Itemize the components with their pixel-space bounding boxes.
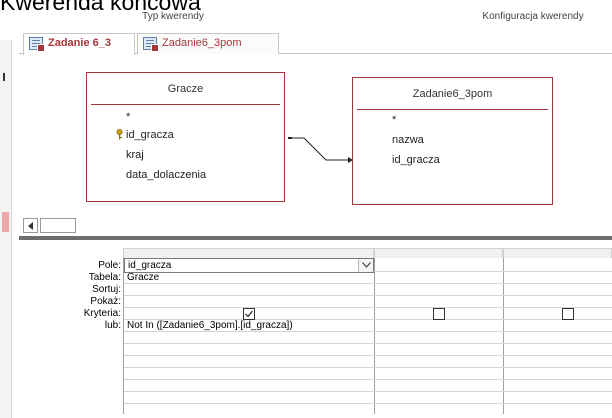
grid-row-divider <box>124 355 612 356</box>
scroll-left-icon[interactable] <box>23 218 38 233</box>
query-design-pane: Gracze * id_gracza kraj data_dolaczenia … <box>19 55 612 217</box>
table-value[interactable]: Gracze <box>127 272 159 284</box>
grid-row-divider <box>124 403 612 404</box>
row-label-or: lub: <box>104 320 121 331</box>
document-tab-strip: Zadanie 6_3 Zadanie6_3pom <box>19 32 612 55</box>
table-title-divider <box>91 104 280 105</box>
join-line[interactable] <box>286 133 356 173</box>
row-label-criteria: Kryteria: <box>83 308 121 319</box>
column-selector[interactable] <box>123 248 374 258</box>
ribbon-group-query-setup: Konfiguracja kwerendy <box>482 11 584 22</box>
navigation-pane-edge[interactable] <box>0 40 12 418</box>
grid-row-divider <box>124 379 612 380</box>
show-checkbox[interactable] <box>243 308 255 320</box>
ribbon-group-query-type: Typ kwerendy <box>142 11 204 22</box>
grid-top-strip <box>19 240 612 248</box>
field-select[interactable]: id_gracza <box>124 258 374 273</box>
field-nazwa[interactable]: nazwa <box>392 134 424 146</box>
field-value: id_gracza <box>128 260 172 271</box>
selection-marker <box>2 212 9 232</box>
field-data-dolaczenia[interactable]: data_dolaczenia <box>126 169 206 181</box>
collapse-marker-icon <box>3 73 5 81</box>
tab-zadanie6-3pom[interactable]: Zadanie6_3pom <box>137 33 279 54</box>
criteria-value[interactable]: Not In ([Zadanie6_3pom].[id_gracza]) <box>127 320 293 332</box>
chevron-down-icon[interactable] <box>358 259 373 272</box>
tab-label: Zadanie 6_3 <box>48 37 111 49</box>
field-kraj[interactable]: kraj <box>126 149 144 161</box>
query-icon <box>29 37 45 52</box>
field-all[interactable]: * <box>392 114 396 126</box>
tab-label: Zadanie6_3pom <box>162 37 242 49</box>
row-label-field: Pole: <box>98 260 121 271</box>
table-title: Zadanie6_3pom <box>412 88 493 100</box>
grid-row-divider <box>124 283 612 284</box>
horizontal-scrollbar[interactable] <box>19 217 612 234</box>
tab-zadanie-6-3[interactable]: Zadanie 6_3 <box>23 33 135 55</box>
primary-key-icon <box>116 129 123 140</box>
query-icon <box>143 37 159 52</box>
row-label-table: Tabela: <box>88 272 121 283</box>
column-selector[interactable] <box>374 248 503 258</box>
column-selector[interactable] <box>503 248 612 258</box>
scrollbar-thumb[interactable] <box>40 218 76 233</box>
query-design-grid: Pole: Tabela: Sortuj: Pokaż: Kryteria: l… <box>19 240 612 418</box>
table-title: Gracze <box>167 83 204 95</box>
table-zadanie6-3pom[interactable]: Zadanie6_3pom * nazwa id_gracza <box>352 77 553 205</box>
grid-row-divider <box>124 307 612 308</box>
field-id-gracza[interactable]: id_gracza <box>126 129 174 141</box>
show-checkbox[interactable] <box>562 308 574 320</box>
grid-columns: id_gracza Gracze Not In ([Zadanie6_3pom]… <box>123 258 612 414</box>
grid-row-divider <box>124 343 612 344</box>
grid-row-divider <box>124 367 612 368</box>
table-title-divider <box>357 109 548 110</box>
show-checkbox[interactable] <box>433 308 445 320</box>
row-label-show: Pokaż: <box>90 296 121 307</box>
field-id-gracza[interactable]: id_gracza <box>392 154 440 166</box>
table-gracze[interactable]: Gracze * id_gracza kraj data_dolaczenia <box>86 72 285 202</box>
grid-row-divider <box>124 295 612 296</box>
field-all[interactable]: * <box>126 111 130 123</box>
row-label-sort: Sortuj: <box>92 284 121 295</box>
grid-row-divider <box>124 391 612 392</box>
